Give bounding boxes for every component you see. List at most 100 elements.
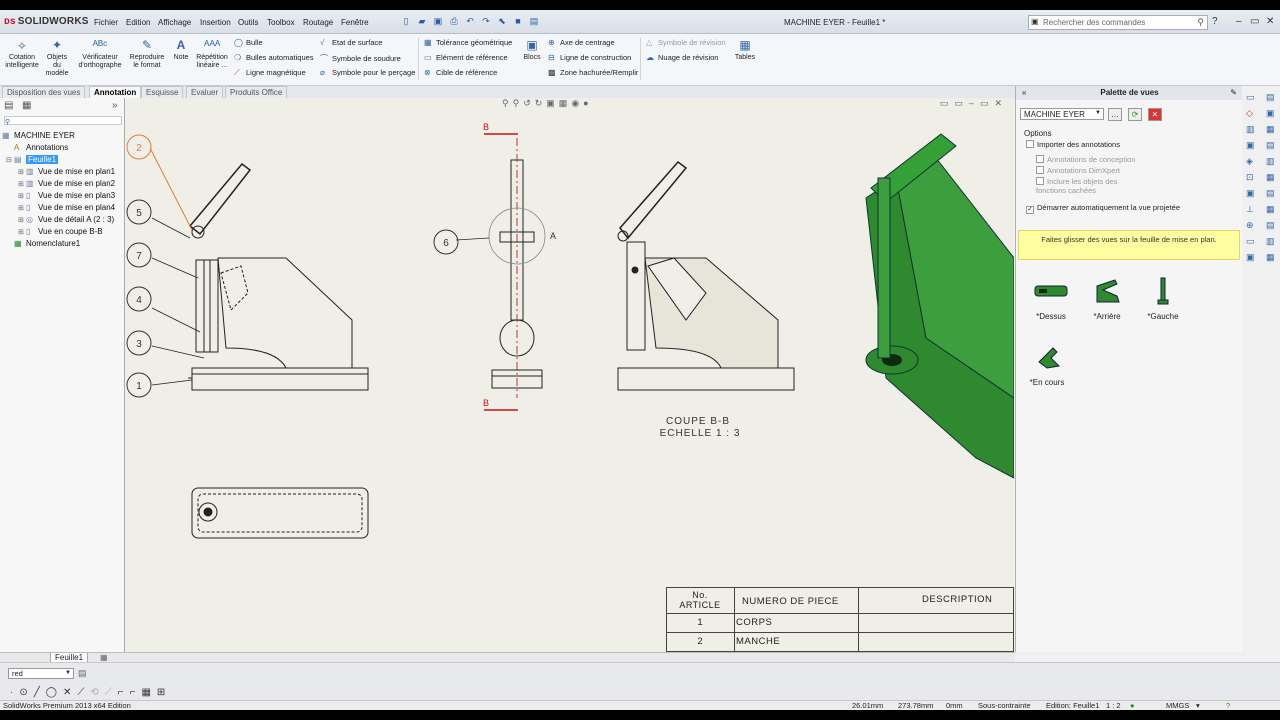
spline-icon[interactable]: ▣ [1246, 140, 1255, 151]
property-manager-tab-icon[interactable]: ▦ [22, 100, 31, 111]
palette-view-en-cours[interactable]: *En cours [1020, 342, 1074, 387]
sketch-icon[interactable]: ▦ [1266, 252, 1275, 263]
section-label-top[interactable]: B [483, 122, 489, 132]
collapse-icon[interactable]: ⊟ [6, 156, 14, 164]
collapse-panel-icon[interactable]: « [1022, 86, 1026, 100]
open-icon[interactable]: ▰ [416, 15, 428, 27]
search-commands-input[interactable]: ▣ Rechercher des commandes ⚲ [1028, 15, 1208, 30]
auto-balloon-button[interactable]: ❍ Bulles automatiques [234, 53, 314, 62]
blocks-button[interactable]: ▣ Blocs [520, 38, 544, 62]
section-scale[interactable]: ECHELLE 1 : 3 [660, 428, 741, 439]
convert-icon[interactable]: ▦ [1266, 172, 1275, 183]
grid-icon[interactable]: ⊞ [157, 687, 171, 698]
tree-item-view[interactable]: ⊞ ▥ Vue de mise en plan1 [18, 167, 115, 176]
tab-evaluer[interactable]: Evaluer [186, 86, 224, 98]
dimxpert-annotations-checkbox[interactable]: Annotations DimXpert [1036, 166, 1120, 175]
line-icon[interactable]: ◇ [1246, 108, 1253, 119]
menu-fenetre[interactable]: Fenêtre [341, 18, 369, 27]
datum-target-button[interactable]: ⊗ Cible de référence [424, 68, 497, 77]
detail-label[interactable]: A [550, 231, 556, 241]
menu-affichage[interactable]: Affichage [158, 18, 191, 27]
format-painter-button[interactable]: ✎ Reproduire le format [126, 38, 168, 70]
isometric-3d-view[interactable] [865, 133, 1014, 479]
snap-icon[interactable]: ▭ [1246, 236, 1255, 247]
menu-outils[interactable]: Outils [238, 18, 258, 27]
import-annotations-checkbox[interactable]: Importer des annotations [1026, 140, 1120, 149]
tree-item-section-view[interactable]: ⊞ ▯ Vue en coupe B-B [18, 227, 103, 236]
circle-icon[interactable]: ▥ [1246, 124, 1255, 135]
zoom-icon[interactable]: ▥ [1266, 236, 1275, 247]
units-system[interactable]: MMGS [1166, 701, 1189, 710]
geometric-tolerance-button[interactable]: ▦ Tolérance géométrique [424, 38, 512, 47]
expand-icon[interactable]: ▤ [1266, 92, 1275, 103]
menu-fichier[interactable]: Fichier [94, 18, 118, 27]
tab-produits-office[interactable]: Produits Office [225, 86, 288, 98]
balloon-4[interactable]: 4 [136, 295, 142, 306]
dimension-icon[interactable]: ▦ [1266, 204, 1275, 215]
close-icon[interactable]: ✕ [1266, 16, 1274, 27]
pan-icon[interactable]: ▣ [1246, 252, 1255, 263]
layer-select[interactable]: red ▼ [8, 668, 74, 679]
new-icon[interactable]: ▯ [400, 15, 412, 27]
hatch-fill-button[interactable]: ▩ Zone hachurée/Remplir [548, 68, 638, 77]
expand-icon[interactable]: ⊞ [18, 180, 26, 188]
trim-icon[interactable]: ✕ [63, 687, 77, 698]
section-view[interactable] [617, 160, 795, 391]
auto-projected-view-checkbox[interactable]: ✓ Démarrer automatiquement la vue projeté… [1026, 203, 1180, 214]
move-icon[interactable]: ▤ [1266, 188, 1275, 199]
properties-icon[interactable]: ▭ [1246, 92, 1255, 103]
fillet-icon[interactable]: ▤ [1266, 140, 1275, 151]
relation-icon[interactable]: ⊥ [1246, 204, 1254, 215]
rebuild-status-icon[interactable]: ● [1130, 701, 1135, 710]
menu-edition[interactable]: Edition [126, 18, 150, 27]
app-logo[interactable]: ᴅs SOLIDWORKS [4, 16, 89, 27]
menu-toolbox[interactable]: Toolbox [267, 18, 295, 27]
save-icon[interactable]: ▣ [432, 15, 444, 27]
print-icon[interactable]: ⎙ [448, 15, 460, 27]
tab-disposition-des-vues[interactable]: Disposition des vues [2, 86, 86, 98]
arc-icon[interactable]: ▦ [1266, 124, 1275, 135]
construction-icon[interactable]: ⟋ [77, 687, 90, 698]
palette-view-arriere[interactable]: *Arrière [1080, 276, 1134, 321]
revision-cloud-button[interactable]: ☁ Nuage de révision [646, 53, 718, 62]
circle-icon[interactable]: ◯ [46, 687, 63, 698]
spell-check-button[interactable]: ᴬᴮᶜ Vérificateur d'orthographe [76, 38, 124, 70]
quick-tips-icon[interactable]: ? [1226, 701, 1230, 710]
weld-symbol-button[interactable]: ⌒ Symbole de soudure [320, 53, 401, 64]
surface-finish-button[interactable]: √ Etat de surface [320, 38, 382, 47]
centerline-axis-button[interactable]: ⊕ Axe de centrage [548, 38, 615, 47]
design-annotations-checkbox[interactable]: Annotations de conception [1036, 155, 1135, 164]
front-view[interactable] [188, 162, 369, 391]
tab-annotation[interactable]: Annotation [89, 86, 142, 98]
side-view[interactable] [433, 133, 546, 411]
help-icon[interactable]: ? [1212, 16, 1218, 27]
bom-table[interactable]: No. ARTICLE NUMERO DE PIECE DESCRIPTION … [666, 587, 1014, 652]
pin-icon[interactable]: ✎ [1230, 86, 1237, 100]
drawing-sheet[interactable]: ⚲⚲↺↻▣▦◉● ▭▭–▭✕ 2 5 7 4 3 1 6 A B B COUPE… [126, 98, 1014, 652]
top-view[interactable] [191, 487, 369, 539]
balloon-3[interactable]: 3 [136, 339, 142, 350]
balloon-1[interactable]: 1 [136, 381, 142, 392]
expand-icon[interactable]: ⊞ [18, 204, 26, 212]
model-items-button[interactable]: ✦ Objets du modèle [42, 38, 72, 78]
construction-line-button[interactable]: ⊟ Ligne de construction [548, 53, 631, 62]
undo-icon[interactable]: ↶ [464, 15, 476, 27]
tree-item-bom[interactable]: ▦ Nomenclature1 [14, 239, 80, 248]
balloon-5[interactable]: 5 [136, 208, 142, 219]
snap-icon[interactable]: ⌐ [118, 687, 130, 698]
rebuild-icon[interactable]: ■ [512, 15, 524, 27]
balloon-7[interactable]: 7 [136, 251, 142, 262]
section-title[interactable]: COUPE B-B [666, 416, 730, 427]
search-icon[interactable]: ⚲ [1197, 17, 1204, 28]
browse-button[interactable]: … [1108, 108, 1122, 121]
smart-dimension-button[interactable]: ⟡ Cotation intelligente [4, 38, 40, 70]
layer-properties-icon[interactable]: ▤ [78, 668, 87, 679]
feature-tree-tab-icon[interactable]: ▤ [4, 100, 13, 111]
balloons-front[interactable] [126, 134, 205, 398]
palette-view-gauche[interactable]: *Gauche [1136, 276, 1190, 321]
magnetic-line-button[interactable]: ⟋ Ligne magnétique [234, 68, 306, 78]
expand-icon[interactable]: ⊞ [18, 168, 26, 176]
line-icon[interactable]: ╱ [34, 687, 46, 698]
tree-item-root[interactable]: ▦ MACHINE EYER [2, 131, 75, 140]
centerline-icon[interactable]: ⊙ [19, 687, 33, 698]
